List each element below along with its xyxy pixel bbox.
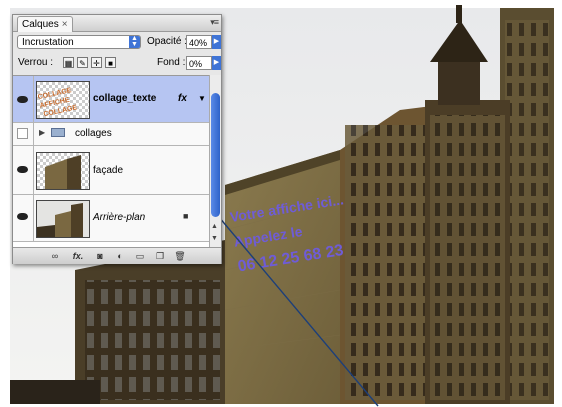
lock-label: Verrou : (18, 57, 54, 68)
chevron-updown-icon: ▲ ▼ (129, 35, 140, 48)
fx-icon[interactable]: fx (178, 93, 187, 104)
expand-arrow-icon[interactable]: ▼ (198, 94, 206, 103)
layer-row-facade[interactable]: façade (13, 146, 209, 195)
blend-mode-select[interactable]: Incrustation ▲ ▼ (17, 35, 141, 49)
panel-footer: ∞ fx. ◙ ◐ ▭ ❐ 🗑 (13, 247, 221, 264)
eye-icon[interactable] (17, 166, 28, 173)
scroll-down-icon[interactable]: ▼ (211, 235, 218, 242)
transparency-lock-icon[interactable]: ▦ (63, 57, 74, 68)
trash-icon[interactable]: 🗑 (173, 250, 187, 262)
scroll-up-icon[interactable]: ▲ (211, 223, 218, 230)
layer-name[interactable]: façade (93, 165, 123, 176)
layer-name[interactable]: Arrière-plan (93, 212, 145, 223)
tab-label: Calques (22, 19, 59, 30)
padlock-icon[interactable]: ■ (105, 57, 116, 68)
layer-row-arriere-plan[interactable]: Arrière-plan ■ (13, 195, 209, 242)
panel-header: Calques × ▾≡ (13, 15, 221, 32)
layers-panel: Calques × ▾≡ Incrustation ▲ ▼ Opacité : 40… (12, 14, 222, 264)
brush-lock-icon[interactable]: ✎ (77, 57, 88, 68)
fill-field[interactable]: 0% (186, 56, 212, 70)
close-icon[interactable]: × (62, 19, 68, 30)
layer-name[interactable]: collages (75, 128, 112, 139)
mask-icon[interactable]: ◙ (93, 250, 107, 262)
opacity-label: Opacité : (147, 36, 188, 47)
adjustment-icon[interactable]: ◐ (113, 250, 127, 262)
layer-name[interactable]: collage_texte (93, 93, 156, 104)
link-icon[interactable]: ∞ (47, 250, 63, 262)
scroll-thumb[interactable] (211, 93, 220, 217)
expand-triangle-icon[interactable]: ▶ (39, 128, 45, 137)
new-layer-icon[interactable]: ❐ (153, 250, 167, 262)
opacity-arrow-icon[interactable]: ▶ (212, 35, 221, 49)
eye-icon[interactable] (17, 96, 28, 103)
layer-thumbnail: COLLAGE AFFICHE COLLAGE (36, 81, 90, 119)
hidden-visibility-box[interactable] (17, 128, 28, 139)
padlock-icon: ■ (183, 211, 189, 221)
layers-scrollbar[interactable]: ▲ ▼ (209, 75, 221, 247)
folder-icon (51, 128, 65, 137)
fx-icon[interactable]: fx. (69, 250, 87, 262)
layer-row-collage-texte[interactable]: COLLAGE AFFICHE COLLAGE collage_texte fx ▼ (13, 76, 209, 123)
panel-menu-icon[interactable]: ▾≡ (210, 17, 219, 28)
move-lock-icon[interactable]: ✛ (91, 57, 102, 68)
tab-calques[interactable]: Calques × (17, 16, 73, 32)
layer-thumbnail (36, 152, 90, 190)
visibility-cell (13, 76, 34, 122)
layer-row-collages[interactable]: ▶ collages (13, 123, 209, 146)
blend-mode-value: Incrustation (22, 37, 74, 48)
layers-list: COLLAGE AFFICHE COLLAGE collage_texte fx ▼… (13, 75, 209, 248)
eye-icon[interactable] (17, 213, 28, 220)
visibility-cell (13, 123, 34, 145)
fill-label: Fond : (157, 57, 186, 68)
group-icon[interactable]: ▭ (133, 250, 147, 262)
fill-arrow-icon[interactable]: ▶ (212, 56, 221, 70)
layer-thumbnail (36, 200, 90, 238)
visibility-cell (13, 146, 34, 194)
visibility-cell (13, 195, 34, 241)
opacity-field[interactable]: 40% (186, 35, 212, 49)
